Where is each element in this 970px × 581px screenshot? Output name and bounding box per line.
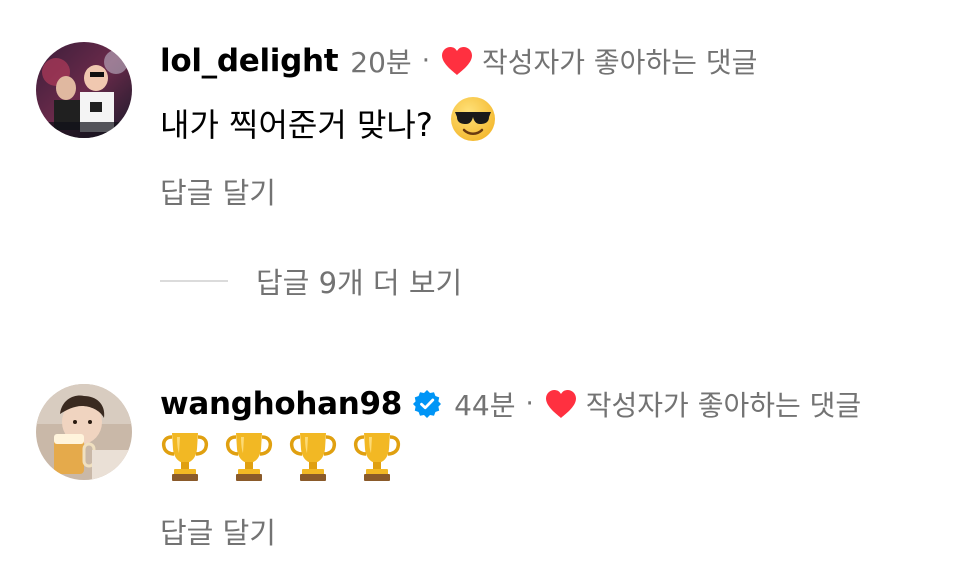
comment-meta: wanghohan98 44분 · 작성자가 좋아하는 댓글	[160, 384, 960, 424]
trophy-icon	[352, 429, 402, 491]
avatar[interactable]	[36, 384, 132, 480]
trophy-icon	[224, 429, 274, 491]
liked-by-author-label: 작성자가 좋아하는 댓글	[585, 389, 862, 422]
liked-by-author-label: 작성자가 좋아하는 댓글	[481, 46, 758, 79]
comment-text-content: 내가 찍어준거 맞나?	[160, 106, 433, 144]
comment-time: 20분	[350, 46, 412, 79]
heart-icon	[440, 46, 474, 76]
separator-dot: ·	[525, 389, 534, 419]
comment-meta: lol_delight 20분 · 작성자가 좋아하는 댓글	[160, 41, 960, 81]
heart-icon	[544, 389, 578, 419]
avatar[interactable]	[36, 42, 132, 138]
verified-badge-icon	[412, 389, 442, 419]
reply-button[interactable]: 답글 달기	[160, 510, 276, 552]
smiling-face-with-sunglasses-icon	[449, 95, 497, 151]
username[interactable]: lol_delight	[160, 43, 339, 79]
trophy-icon	[288, 429, 338, 491]
separator-dot: ·	[421, 46, 430, 76]
trophy-icon	[160, 429, 210, 491]
username[interactable]: wanghohan98	[160, 386, 402, 422]
divider-line	[160, 280, 228, 282]
avatar-photo	[36, 42, 132, 138]
comment-text: 내가 찍어준거 맞나?	[160, 97, 960, 149]
view-more-replies-label: 답글 9개 더 보기	[256, 266, 463, 300]
comment-time: 44분	[454, 389, 516, 422]
avatar-photo	[36, 384, 132, 480]
reply-button[interactable]: 답글 달기	[160, 170, 276, 212]
view-more-replies[interactable]: 답글 9개 더 보기	[160, 258, 462, 304]
comment-text	[160, 433, 960, 486]
